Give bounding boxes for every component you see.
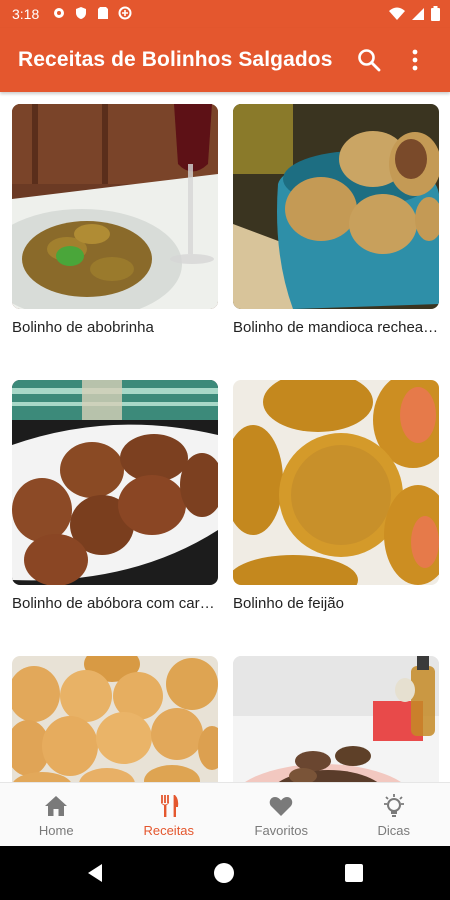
wifi-icon bbox=[389, 7, 405, 20]
recipe-card[interactable] bbox=[12, 656, 218, 782]
system-navigation-bar bbox=[0, 846, 450, 900]
heart-icon bbox=[269, 797, 293, 816]
recipe-card[interactable]: Bolinho de feijão bbox=[233, 380, 439, 612]
recipe-image bbox=[233, 380, 439, 585]
notification-icons bbox=[52, 6, 132, 20]
back-icon[interactable] bbox=[86, 863, 104, 883]
home-icon bbox=[45, 796, 68, 816]
lightbulb-icon bbox=[383, 794, 404, 817]
recipe-card[interactable]: Bolinho de mandioca recheado bbox=[233, 104, 439, 336]
recipe-card[interactable]: Bolinho de abobrinha bbox=[12, 104, 218, 336]
nav-receitas[interactable]: Receitas bbox=[113, 783, 226, 847]
status-time: 3:18 bbox=[12, 6, 40, 22]
recipe-title: Bolinho de abobrinha bbox=[12, 319, 154, 336]
recipe-title: Bolinho de feijão bbox=[233, 595, 344, 612]
nav-label: Home bbox=[38, 823, 74, 838]
nav-label: Dicas bbox=[377, 823, 410, 838]
status-bar: 3:18 bbox=[0, 0, 450, 28]
app-title: Receitas de Bolinhos Salgados bbox=[18, 48, 333, 71]
recipe-image bbox=[12, 380, 218, 585]
fork-knife-icon bbox=[160, 795, 178, 817]
battery-icon bbox=[431, 6, 440, 21]
nav-home[interactable]: Home bbox=[0, 783, 113, 847]
search-icon[interactable] bbox=[356, 47, 382, 73]
nav-dicas[interactable]: Dicas bbox=[338, 783, 450, 847]
recipe-card[interactable]: Bolinho de abóbora com carne seca bbox=[12, 380, 218, 612]
shield-icon bbox=[76, 7, 86, 19]
recipe-image bbox=[233, 656, 439, 782]
recipe-grid: Bolinho de abobrinha Bolinho de mandioca… bbox=[0, 92, 450, 782]
recipe-title: Bolinho de abóbora com carne seca bbox=[12, 595, 218, 612]
nav-favoritos[interactable]: Favoritos bbox=[225, 783, 338, 847]
sim-card-icon bbox=[98, 7, 108, 19]
data-saver-icon bbox=[118, 6, 132, 20]
recipe-image bbox=[233, 104, 439, 309]
signal-icon bbox=[412, 7, 424, 20]
more-options-icon[interactable] bbox=[405, 47, 425, 73]
bottom-navigation: Home Receitas Favoritos Dicas bbox=[0, 782, 450, 847]
nav-label: Receitas bbox=[143, 823, 195, 838]
recipe-title: Bolinho de mandioca recheado bbox=[233, 319, 439, 336]
recipe-card[interactable] bbox=[233, 656, 439, 782]
home-button-icon[interactable] bbox=[214, 863, 234, 883]
recipe-image bbox=[12, 104, 218, 309]
recipe-image bbox=[12, 656, 218, 782]
system-status-icons bbox=[389, 6, 440, 21]
nav-label: Favoritos bbox=[254, 823, 308, 838]
app-bar: Receitas de Bolinhos Salgados bbox=[0, 28, 450, 92]
settings-icon bbox=[54, 8, 64, 18]
recent-apps-icon[interactable] bbox=[345, 864, 363, 882]
